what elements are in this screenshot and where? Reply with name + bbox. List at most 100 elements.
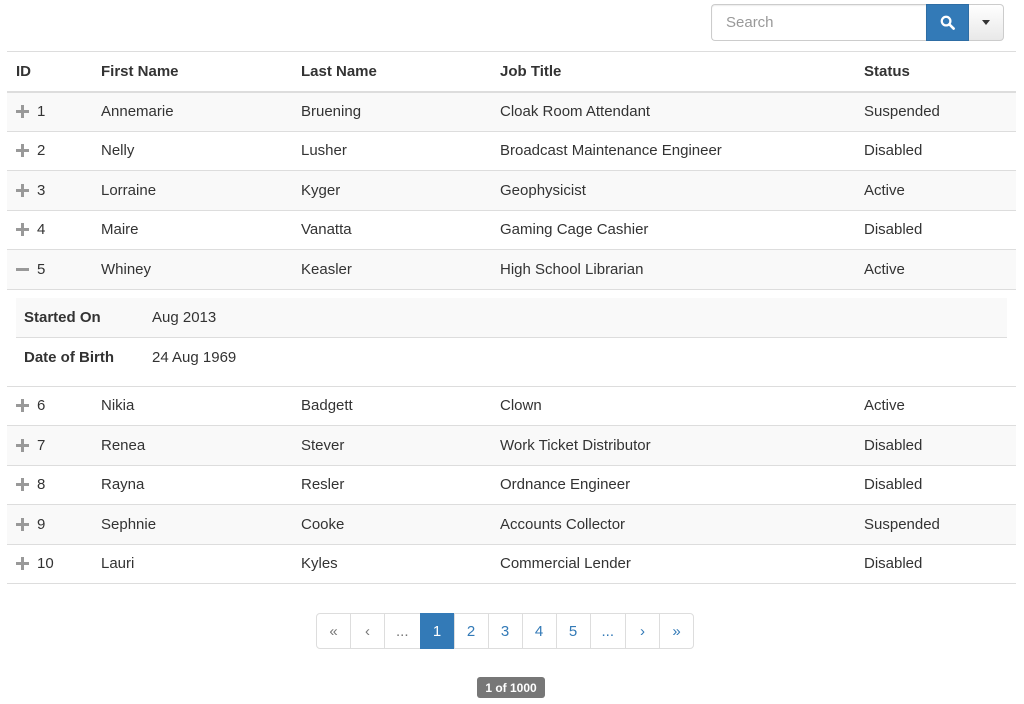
expand-row-plus-icon[interactable] (16, 144, 29, 158)
row-id: 8 (37, 476, 46, 494)
cell-last-name: Resler (292, 464, 491, 505)
table-row[interactable]: 4 Maire Vanatta Gaming Cage Cashier Disabled (7, 209, 1016, 250)
row-id: 3 (37, 181, 46, 199)
row-id: 4 (37, 221, 46, 239)
cell-job-title: Commercial Lender (491, 543, 855, 584)
column-header-last-name[interactable]: Last Name (292, 51, 491, 93)
cell-last-name: Kyger (292, 170, 491, 210)
detail-label: Date of Birth (24, 349, 114, 366)
cell-first-name: Nelly (92, 130, 292, 171)
cell-id: 9 (7, 504, 92, 544)
cell-id: 5 (7, 249, 92, 289)
row-id: 5 (37, 260, 46, 278)
table-row[interactable]: 1 Annemarie Bruening Cloak Room Attendant Su… (7, 91, 1016, 131)
cell-job-title: Cloak Room Attendant (491, 91, 855, 131)
cell-status: Active (855, 249, 1016, 289)
cell-status: Disabled (855, 464, 1016, 505)
column-header-job-title[interactable]: Job Title (491, 51, 855, 93)
row-id: 2 (37, 142, 46, 160)
caret-down-icon (982, 20, 990, 25)
cell-last-name: Badgett (292, 385, 491, 426)
column-header-first-name[interactable]: First Name (92, 51, 292, 93)
cell-first-name: Annemarie (92, 91, 292, 131)
table-row[interactable]: 9 Sephnie Cooke Accounts Collector Suspended (7, 504, 1016, 544)
cell-last-name: Keasler (292, 249, 491, 289)
page-last-button[interactable]: » (659, 613, 695, 649)
cell-job-title: Geophysicist (491, 170, 855, 210)
employees-table: ID First Name Last Name Job Title Status… (7, 51, 1016, 584)
cell-id: 6 (7, 385, 92, 426)
row-id: 10 (37, 555, 54, 573)
expand-row-plus-icon[interactable] (16, 517, 29, 531)
pagination: « ‹ ... 1 2 3 4 5 ... › » (316, 613, 695, 649)
detail-value: Aug 2013 (152, 308, 217, 326)
cell-job-title: Ordnance Engineer (491, 464, 855, 505)
row-id: 7 (37, 436, 46, 454)
cell-job-title: High School Librarian (491, 249, 855, 289)
table-row[interactable]: 6 Nikia Badgett Clown Active (7, 385, 1016, 426)
expand-row-plus-icon[interactable] (16, 105, 29, 118)
id-cell-content: 3 (16, 182, 83, 199)
id-cell-content: 1 (16, 103, 83, 120)
search-toolbar (711, 4, 1004, 41)
row-id: 9 (37, 515, 46, 533)
search-icon (940, 15, 955, 30)
expand-row-plus-icon[interactable] (16, 399, 29, 413)
expand-row-plus-icon[interactable] (16, 438, 29, 452)
table-row[interactable]: 10 Lauri Kyles Commercial Lender Disabled (7, 543, 1016, 584)
expand-row-plus-icon[interactable] (16, 223, 29, 237)
detail-value: 24 Aug 1969 (152, 349, 237, 366)
expand-row-plus-icon[interactable] (16, 183, 29, 197)
row-id: 6 (37, 397, 46, 415)
page-ellipsis-right[interactable]: ... (589, 613, 627, 649)
cell-first-name: Rayna (92, 464, 292, 505)
column-header-status[interactable]: Status (855, 51, 1016, 93)
cell-status: Active (855, 170, 1016, 210)
cell-job-title: Clown (491, 385, 855, 426)
page-button-3[interactable]: 3 (487, 613, 523, 649)
page-button-2[interactable]: 2 (453, 613, 489, 649)
cell-id: 8 (7, 464, 92, 505)
cell-job-title: Broadcast Maintenance Engineer (491, 130, 855, 171)
detail-date-of-birth: Date of Birth 24 Aug 1969 (16, 338, 1007, 378)
table-row[interactable]: 5 Whiney Keasler High School Librarian Activ… (7, 249, 1016, 289)
cell-status: Suspended (855, 91, 1016, 131)
id-cell-content: 7 (16, 437, 83, 454)
table-row[interactable]: 7 Renea Stever Work Ticket Distributor Disab… (7, 425, 1016, 465)
table-header-row: ID First Name Last Name Job Title Status (7, 51, 1016, 93)
table-row[interactable]: 2 Nelly Lusher Broadcast Maintenance Engine… (7, 130, 1016, 171)
cell-first-name: Lorraine (92, 170, 292, 210)
expand-row-plus-icon[interactable] (16, 557, 29, 571)
page-prev-button[interactable]: ‹ (350, 613, 385, 649)
row-id: 1 (37, 103, 46, 120)
table-row[interactable]: 8 Rayna Resler Ordnance Engineer Disabled (7, 464, 1016, 505)
id-cell-content: 5 (16, 261, 83, 278)
detail-started-on: Started On Aug 2013 (16, 297, 1007, 338)
cell-status: Disabled (855, 543, 1016, 584)
table-row[interactable]: 3 Lorraine Kyger Geophysicist Active (7, 170, 1016, 210)
search-options-dropdown-button[interactable] (969, 4, 1004, 41)
cell-last-name: Vanatta (292, 209, 491, 250)
cell-first-name: Renea (92, 425, 292, 465)
cell-last-name: Cooke (292, 504, 491, 544)
cell-id: 1 (7, 91, 92, 131)
search-button[interactable] (926, 4, 969, 41)
page-next-button[interactable]: › (625, 613, 661, 649)
cell-job-title: Work Ticket Distributor (491, 425, 855, 465)
id-cell-content: 4 (16, 221, 83, 238)
column-header-id[interactable]: ID (7, 51, 92, 93)
page-ellipsis-left[interactable]: ... (384, 613, 421, 649)
cell-first-name: Maire (92, 209, 292, 250)
collapse-row-minus-icon[interactable] (16, 263, 29, 276)
search-input[interactable] (711, 4, 926, 41)
detail-list: Started On Aug 2013 Date of Birth 24 Aug 19… (16, 297, 1007, 378)
page-button-1[interactable]: 1 (419, 613, 455, 649)
cell-status: Disabled (855, 209, 1016, 250)
cell-status: Suspended (855, 504, 1016, 544)
page-button-4[interactable]: 4 (521, 613, 557, 649)
expand-row-plus-icon[interactable] (16, 478, 29, 492)
cell-first-name: Nikia (92, 385, 292, 426)
table-body: 1 Annemarie Bruening Cloak Room Attendant Su… (7, 91, 1016, 584)
page-first-button[interactable]: « (316, 613, 351, 649)
page-button-5[interactable]: 5 (555, 613, 591, 649)
